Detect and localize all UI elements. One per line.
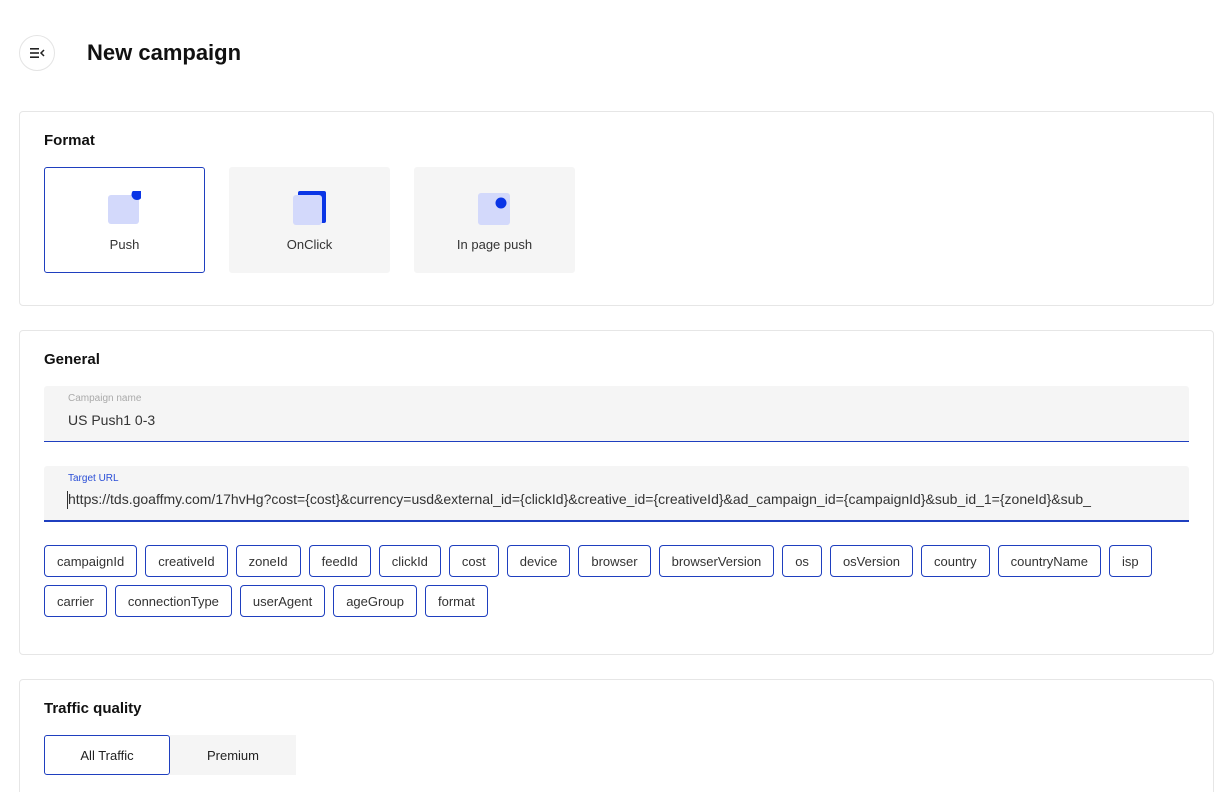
format-card: Format Push OnClick In page push (19, 111, 1214, 306)
format-option-label: In page push (456, 237, 533, 252)
onclick-format-icon (293, 191, 326, 225)
macro-tag[interactable]: cost (448, 545, 499, 577)
target-url-label: Target URL (68, 473, 119, 484)
traffic-quality-card: Traffic quality All Traffic Premium (19, 679, 1214, 792)
macro-tag[interactable]: country (921, 545, 990, 577)
macro-tag[interactable]: browserVersion (658, 545, 775, 577)
format-option-label: Push (109, 237, 140, 252)
campaign-name-field[interactable]: Campaign name US Push1 0-3 (44, 386, 1189, 442)
in-page-push-format-icon (478, 193, 510, 225)
macro-tag[interactable]: carrier (44, 585, 107, 617)
macro-tag[interactable]: osVersion (829, 545, 914, 577)
target-url-field[interactable]: Target URL https://tds.goaffmy.com/17hvH… (44, 466, 1189, 522)
macro-tag[interactable]: userAgent (239, 585, 326, 617)
macro-tag[interactable]: isp (1108, 545, 1152, 577)
macro-tag[interactable]: clickId (378, 545, 441, 577)
macro-tag[interactable]: campaignId (44, 545, 138, 577)
campaign-name-value[interactable]: US Push1 0-3 (68, 412, 1164, 428)
format-option-onclick[interactable]: OnClick (229, 167, 390, 273)
target-url-value[interactable]: https://tds.goaffmy.com/17hvHg?cost={cos… (68, 491, 1164, 507)
page-title: New campaign (87, 40, 242, 65)
traffic-quality-section-title: Traffic quality (44, 700, 142, 717)
macro-tag-row: campaignId creativeId zoneId feedId clickId c… (44, 545, 1189, 577)
macro-tag[interactable]: connectionType (114, 585, 232, 617)
macro-tag[interactable]: device (506, 545, 571, 577)
menu-collapse-icon (30, 48, 45, 58)
url-macro-tags: campaignId creativeId zoneId feedId clickId c… (44, 545, 1189, 625)
macro-tag[interactable]: creativeId (145, 545, 228, 577)
push-format-icon (108, 191, 141, 224)
traffic-quality-toggle: All Traffic Premium (44, 735, 296, 775)
macro-tag[interactable]: format (425, 585, 488, 617)
traffic-option-all-traffic[interactable]: All Traffic (44, 735, 170, 775)
macro-tag[interactable]: feedId (308, 545, 371, 577)
macro-tag[interactable]: countryName (997, 545, 1101, 577)
macro-tag-row: carrier connectionType userAgent ageGroup fo… (44, 585, 1189, 617)
macro-tag[interactable]: browser (578, 545, 651, 577)
traffic-option-premium[interactable]: Premium (170, 735, 296, 775)
format-section-title: Format (44, 132, 95, 149)
campaign-name-label: Campaign name (68, 393, 142, 404)
format-option-in-page-push[interactable]: In page push (414, 167, 575, 273)
general-section-title: General (44, 351, 100, 368)
format-option-label: OnClick (286, 237, 333, 252)
format-option-push[interactable]: Push (44, 167, 205, 273)
macro-tag[interactable]: os (782, 545, 822, 577)
macro-tag[interactable]: ageGroup (333, 585, 418, 617)
menu-toggle-button[interactable] (19, 35, 55, 71)
general-card: General Campaign name US Push1 0-3 Targe… (19, 330, 1214, 655)
macro-tag[interactable]: zoneId (235, 545, 301, 577)
